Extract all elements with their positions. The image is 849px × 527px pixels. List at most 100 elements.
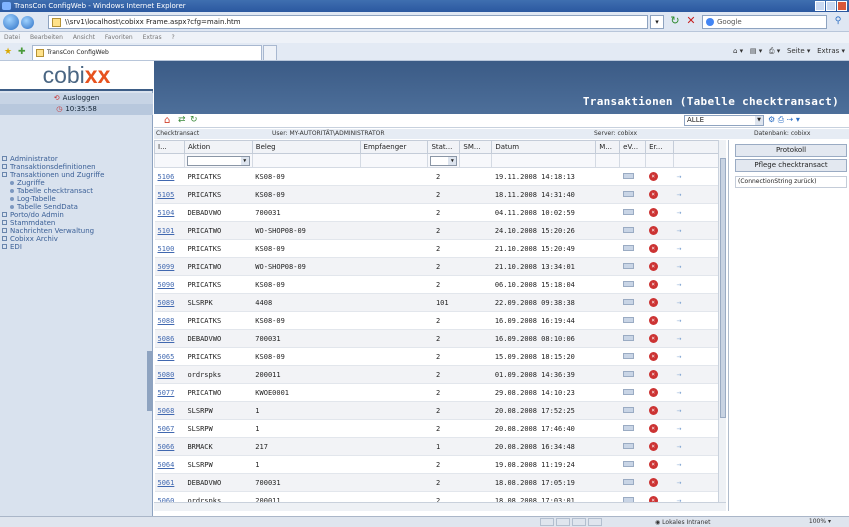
delete-icon[interactable]: × [648,370,658,379]
details-arrow-icon[interactable]: ⇢ [677,262,682,271]
delete-icon[interactable]: × [648,478,658,487]
col-header-empfaenger[interactable]: Empfaenger [359,140,429,154]
sidebar-item-senddata[interactable]: Tabelle SendData [2,203,150,211]
maximize-button[interactable] [826,1,836,11]
details-arrow-icon[interactable]: ⇢ [677,172,682,181]
protokoll-button[interactable]: Protokoll [735,144,847,157]
feed-icon[interactable]: ▤ [750,47,757,55]
search-icon[interactable]: ⚲ [830,15,846,29]
table-row[interactable]: 5064 SLSRPW 1 2 19.08.2008 11:19:24 × ⇢ [154,455,719,474]
row-id-link[interactable]: 5067 [154,419,185,438]
sidebar-resize-handle[interactable] [147,351,152,411]
row-id-link[interactable]: 5104 [154,203,185,222]
table-row[interactable]: 5068 SLSRPW 1 2 20.08.2008 17:52:25 × ⇢ [154,401,719,420]
sidebar-item-edi[interactable]: EDI [2,243,150,251]
mail-icon[interactable] [622,388,634,395]
delete-icon[interactable]: × [648,424,658,433]
details-arrow-icon[interactable]: ⇢ [677,460,682,469]
pflege-checktransact-button[interactable]: Pflege checktransact [735,159,847,172]
sidebar-item-administrator[interactable]: Administrator [2,155,150,163]
stop-icon[interactable]: ✕ [684,15,698,29]
mail-icon[interactable] [622,424,634,431]
mail-icon[interactable] [622,244,634,251]
details-arrow-icon[interactable]: ⇢ [677,226,682,235]
menu-extras[interactable]: Extras [143,34,162,41]
col-header-m[interactable]: M... [595,140,621,154]
tools-menu[interactable]: Extras [817,47,839,55]
table-row[interactable]: 5089 SLSRPK 4408 101 22.09.2008 09:38:38 × ⇢ [154,293,719,312]
row-id-link[interactable]: 5099 [154,257,185,276]
filter-select[interactable]: ALLE ▼ [684,115,764,126]
sidebar-item-checktransact[interactable]: Tabelle checktransact [2,187,150,195]
details-arrow-icon[interactable]: ⇢ [677,424,682,433]
expand-icon[interactable] [2,220,7,225]
table-row[interactable]: 5090 PRICATKS KS08-09 2 06.10.2008 15:18:04 ×… [154,275,719,294]
menu-help[interactable]: ? [172,34,175,41]
sync-icon[interactable]: ⇄ [178,115,186,125]
browser-tab[interactable]: TransCon ConfigWeb [32,45,262,60]
row-id-link[interactable]: 5088 [154,311,185,330]
delete-icon[interactable]: × [648,442,658,451]
table-row[interactable]: 5065 PRICATKS KS08-09 2 15.09.2008 18:15:20 ×… [154,347,719,366]
mail-icon[interactable] [622,370,634,377]
refresh-icon[interactable]: ↻ [668,15,682,29]
home-icon[interactable]: ⌂ [164,115,170,126]
sidebar-item-zugriffe[interactable]: Zugriffe [2,179,150,187]
details-arrow-icon[interactable]: ⇢ [677,370,682,379]
details-arrow-icon[interactable]: ⇢ [677,388,682,397]
details-arrow-icon[interactable]: ⇢ [677,334,682,343]
delete-icon[interactable]: × [648,298,658,307]
expand-icon[interactable] [2,212,7,217]
delete-icon[interactable]: × [648,172,658,181]
mail-icon[interactable] [622,208,634,215]
expand-icon[interactable] [2,244,7,249]
menu-bearbeiten[interactable]: Bearbeiten [30,34,63,41]
details-arrow-icon[interactable]: ⇢ [677,244,682,253]
mail-icon[interactable] [622,262,634,269]
col-header-er[interactable]: Er... [645,140,675,154]
table-row[interactable]: 5105 PRICATKS KS08-09 2 18.11.2008 14:31:40 ×… [154,185,719,204]
new-tab-button[interactable] [263,45,277,60]
forward-button[interactable] [21,16,34,29]
details-arrow-icon[interactable]: ⇢ [677,478,682,487]
details-arrow-icon[interactable]: ⇢ [677,442,682,451]
mail-icon[interactable] [622,172,634,179]
mail-icon[interactable] [622,334,634,341]
table-tools-icons[interactable]: ⚙ ⎙ ⇢ ▾ [768,115,800,125]
col-header-sm[interactable]: SM... [459,140,493,154]
table-row[interactable]: 5106 PRICATKS KS08-09 2 19.11.2008 14:18:13 ×… [154,167,719,186]
address-bar[interactable]: \\srv1\localhost\cobixx Frame.aspx?cfg=m… [48,15,648,29]
col-header-status[interactable]: Stat... [427,140,461,154]
home-icon[interactable]: ⌂ [733,47,737,55]
zoom-level[interactable]: 100% ▾ [809,517,831,527]
delete-icon[interactable]: × [648,280,658,289]
mail-icon[interactable] [622,406,634,413]
expand-icon[interactable] [2,156,7,161]
logout-button[interactable]: ⟲ Ausloggen [0,93,153,104]
table-row[interactable]: 5060 ordrspks 200011 2 18.08.2008 17:03:01 × ⇢ [154,491,719,502]
row-id-link[interactable]: 5065 [154,347,185,366]
delete-icon[interactable]: × [648,208,658,217]
status-filter-select[interactable]: ▼ [430,155,458,166]
delete-icon[interactable]: × [648,226,658,235]
expand-icon[interactable] [2,236,7,241]
scrollbar-thumb[interactable] [720,158,726,418]
address-dropdown[interactable]: ▾ [650,15,664,29]
details-arrow-icon[interactable]: ⇢ [677,280,682,289]
back-button[interactable] [3,14,19,30]
print-icon[interactable]: ⎙ [769,47,775,55]
mail-icon[interactable] [622,226,634,233]
sidebar-item-porto-admin[interactable]: Porto/do Admin [2,211,150,219]
sidebar-item-log-tabelle[interactable]: Log-Tabelle [2,195,150,203]
table-row[interactable]: 5100 PRICATKS KS08-09 2 21.10.2008 15:20:49 ×… [154,239,719,258]
row-id-link[interactable]: 5089 [154,293,185,312]
aktion-filter-select[interactable]: ▼ [186,155,250,166]
row-id-link[interactable]: 5080 [154,365,185,384]
table-horizontal-scrollbar[interactable] [154,502,726,511]
mail-icon[interactable] [622,478,634,485]
row-id-link[interactable]: 5105 [154,185,185,204]
row-id-link[interactable]: 5090 [154,275,185,294]
row-id-link[interactable]: 5066 [154,437,185,456]
collapse-icon[interactable] [2,172,7,177]
row-id-link[interactable]: 5064 [154,455,185,474]
